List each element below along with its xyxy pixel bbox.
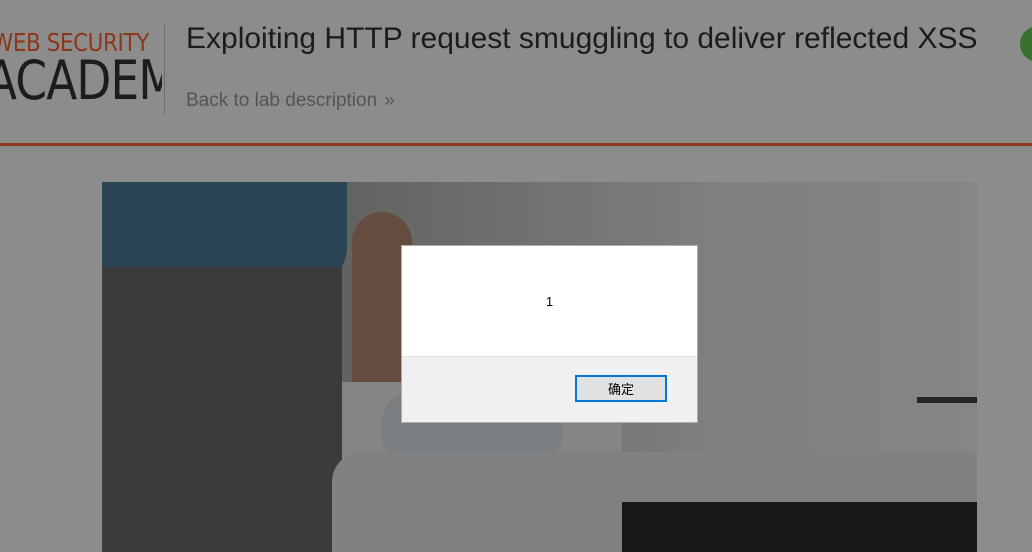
alert-message: 1 xyxy=(545,294,554,309)
alert-message-area: 1 xyxy=(402,246,697,356)
alert-dialog: 1 确定 xyxy=(401,245,698,423)
alert-footer: 确定 xyxy=(402,356,697,422)
page: WEB SECURITY ACADEMY Exploiting HTTP req… xyxy=(0,0,1032,552)
ok-button[interactable]: 确定 xyxy=(575,375,667,402)
